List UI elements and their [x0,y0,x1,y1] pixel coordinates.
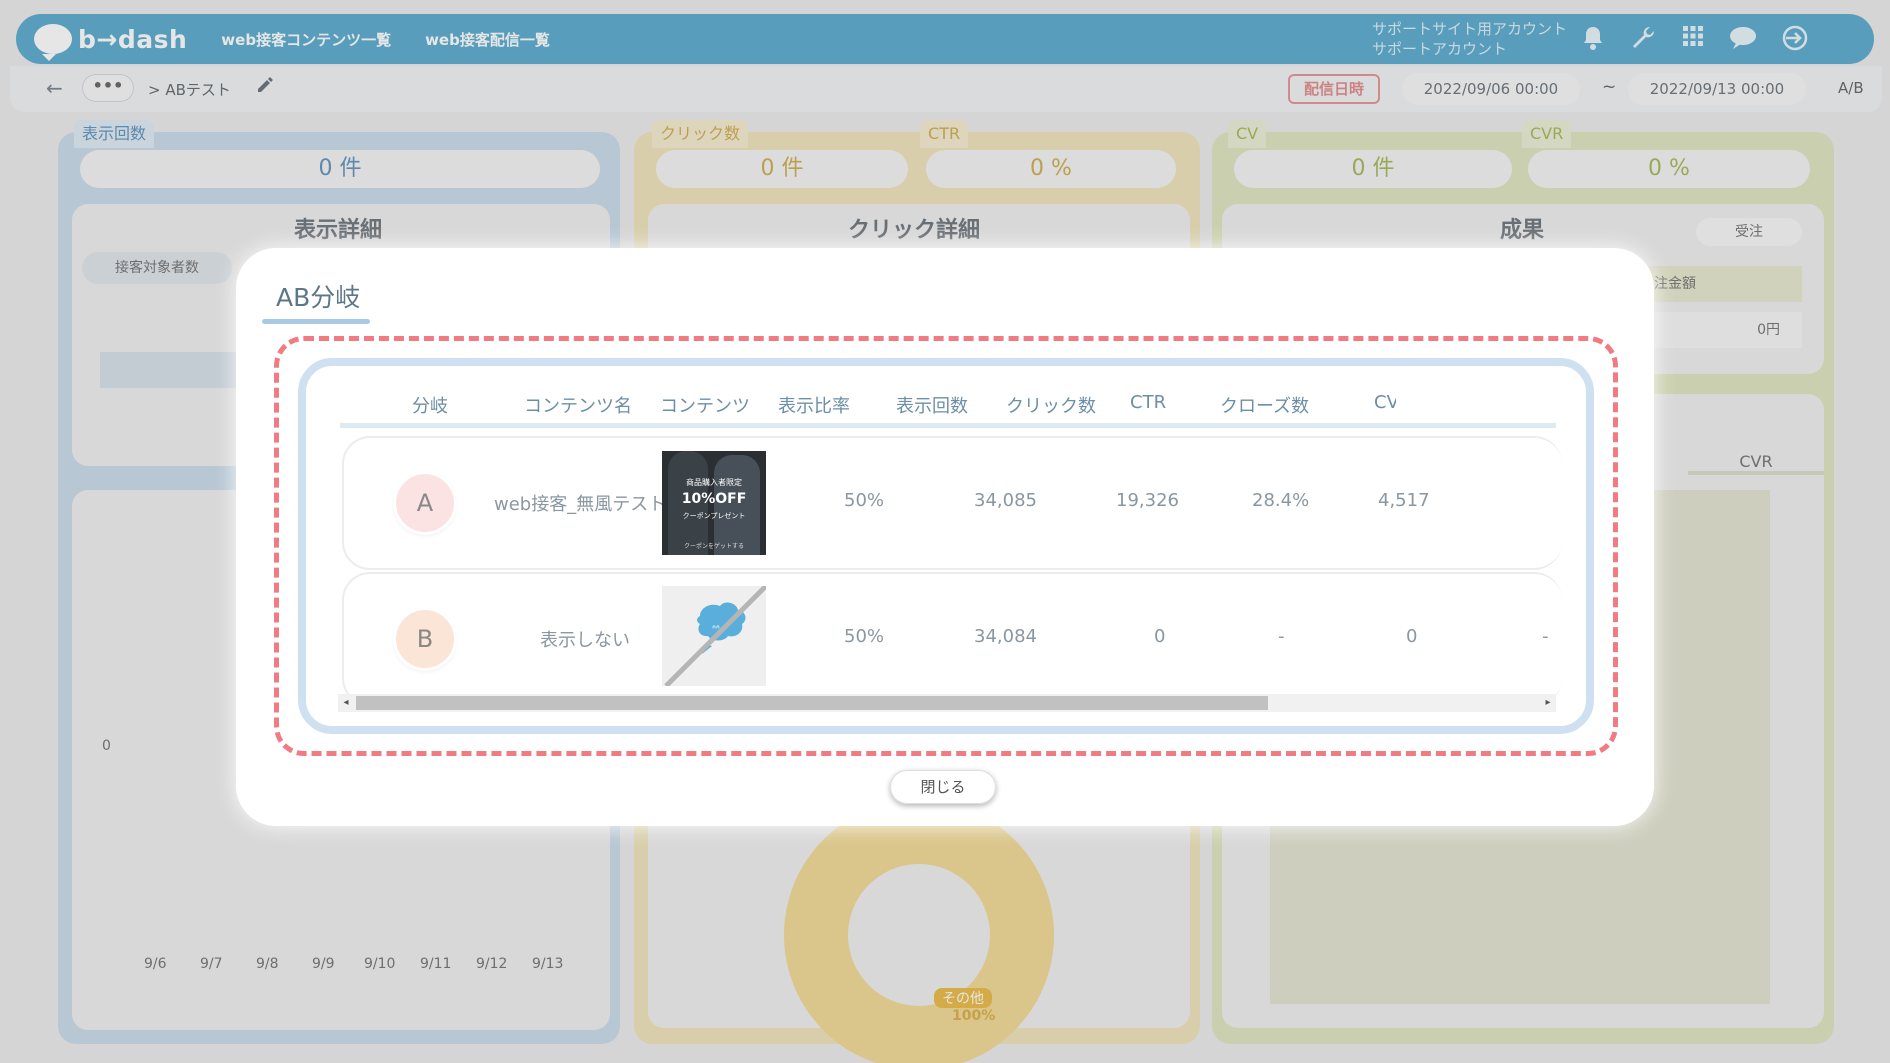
ab-table: 分岐 コンテンツ名 コンテンツ 表示比率 表示回数 クリック数 CTR クローズ… [298,358,1594,734]
horizontal-scrollbar[interactable]: ◂ ▸ [338,694,1556,712]
thumb-line2: 10%OFF [681,491,747,507]
closes: 0 [1406,626,1418,647]
ctr: - [1278,626,1285,647]
content-name: web接客_無風テスト [494,494,667,515]
col-branch: 分岐 [412,396,448,417]
col-display-ratio: 表示比率 [778,396,850,417]
col-content-name: コンテンツ名 [524,396,632,417]
scroll-right-icon[interactable]: ▸ [1540,694,1556,712]
table-row: B 表示しない ᐢᐢ 50% 34,084 0 - 0 - [342,572,1562,706]
hidden-content-icon: ᐢᐢ [662,586,766,686]
clicks: 19,326 [1116,490,1179,511]
clicks: 0 [1154,626,1166,647]
impressions: 34,084 [974,626,1037,647]
col-content: コンテンツ [660,396,750,417]
branch-badge-a: A [396,474,454,532]
thumb-line3: クーポンプレゼント [682,512,746,520]
scroll-thumb[interactable] [356,696,1268,710]
display-ratio: 50% [844,626,885,647]
ctr: 28.4% [1252,490,1310,511]
impressions: 34,085 [974,490,1037,511]
thumb-line4: クーポンをゲットする [683,543,744,550]
ab-branch-modal: AB分岐 分岐 コンテンツ名 コンテンツ 表示比率 表示回数 クリック数 CTR… [236,248,1654,826]
close-button[interactable]: 閉じる [890,770,996,804]
col-ctr: CTR [1130,392,1167,413]
display-ratio: 50% [844,490,885,511]
content-thumbnail-a[interactable]: 商品購入者限定 10%OFF クーポンプレゼント クーポンをゲットする [662,451,766,555]
modal-title: AB分岐 [261,278,371,324]
thumb-line1: 商品購入者限定 [686,478,742,487]
cv: - [1542,626,1549,647]
col-clicks: クリック数 [1006,396,1096,417]
branch-badge-b: B [396,610,454,668]
closes: 4,517 [1378,490,1430,511]
table-row: A web接客_無風テスト 商品購入者限定 10%OFF クーポンプレゼント ク… [342,436,1562,570]
content-name: 表示しない [540,630,630,651]
scroll-left-icon[interactable]: ◂ [338,694,354,712]
col-impressions: 表示回数 [896,396,968,417]
table-header: 分岐 コンテンツ名 コンテンツ 表示比率 表示回数 クリック数 CTR クローズ… [340,392,1556,428]
col-closes: クローズ数 [1220,396,1310,417]
col-cv: CV [1374,392,1396,413]
